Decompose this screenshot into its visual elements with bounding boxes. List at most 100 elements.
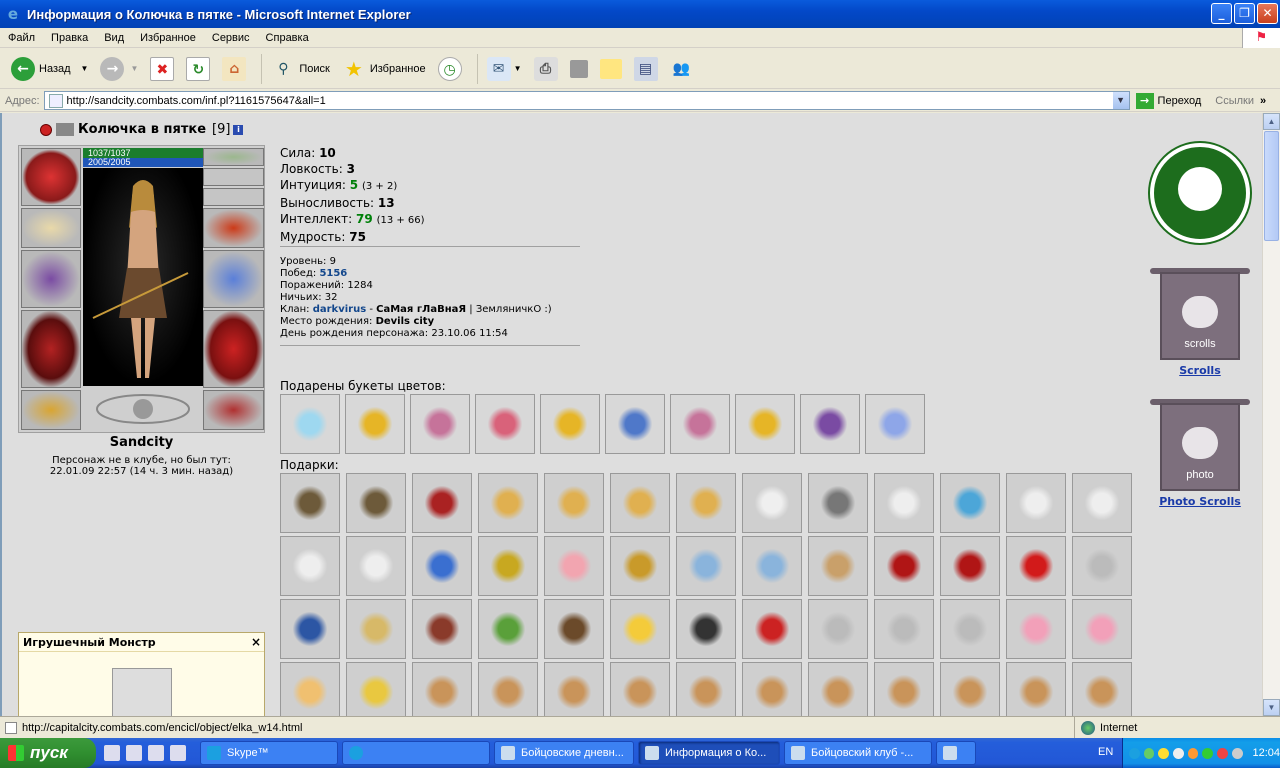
menu-favorites[interactable]: Избранное — [132, 32, 204, 44]
photo-scrolls-link[interactable]: Photo Scrolls — [1150, 495, 1250, 508]
gift-slot[interactable] — [676, 473, 736, 533]
minimize-button[interactable]: _ — [1211, 3, 1232, 24]
tray-icon[interactable] — [1158, 747, 1170, 759]
gift-slot[interactable] — [1006, 473, 1066, 533]
gift-slot[interactable] — [280, 599, 340, 659]
task-info[interactable]: Информация о Ко... — [638, 741, 780, 765]
gift-slot[interactable] — [478, 536, 538, 596]
task-club[interactable]: Бойцовский клуб -... — [784, 741, 932, 765]
flower-slot[interactable] — [410, 394, 470, 454]
close-button[interactable]: ✕ — [1257, 3, 1278, 24]
gift-slot[interactable] — [346, 599, 406, 659]
tray-icon[interactable] — [1173, 747, 1184, 759]
clan-icon[interactable] — [56, 123, 74, 136]
task-skype[interactable]: Skype™ — [200, 741, 338, 765]
flower-slot[interactable] — [280, 394, 340, 454]
scrolls-link[interactable]: Scrolls — [1150, 364, 1250, 377]
menu-edit[interactable]: Правка — [43, 32, 96, 44]
menu-view[interactable]: Вид — [96, 32, 132, 44]
flower-slot[interactable] — [865, 394, 925, 454]
links-button[interactable]: Ссылки — [1215, 95, 1254, 107]
info-icon[interactable]: i — [233, 124, 244, 135]
gift-slot[interactable] — [412, 536, 472, 596]
menu-tools[interactable]: Сервис — [204, 32, 258, 44]
stop-button[interactable]: ✖ — [147, 53, 177, 85]
gift-slot[interactable] — [280, 536, 340, 596]
task-messenger[interactable] — [342, 741, 490, 765]
flower-slot[interactable] — [670, 394, 730, 454]
bracers-slot[interactable] — [21, 208, 81, 248]
gift-slot[interactable] — [676, 536, 736, 596]
volume-icon[interactable] — [1231, 747, 1243, 759]
gift-slot[interactable] — [544, 599, 604, 659]
helmet-slot[interactable] — [21, 148, 81, 206]
go-button[interactable]: → Переход — [1135, 92, 1201, 109]
flower-slot[interactable] — [800, 394, 860, 454]
pants-slot[interactable] — [203, 310, 264, 388]
gift-slot[interactable] — [1072, 473, 1132, 533]
gift-slot[interactable] — [478, 599, 538, 659]
home-button[interactable]: ⌂ — [219, 53, 249, 85]
tray-icon[interactable] — [1187, 747, 1199, 759]
chevron-down-icon[interactable]: ▼ — [1112, 92, 1129, 109]
gloves-slot[interactable] — [203, 208, 264, 248]
earrings-slot[interactable] — [203, 168, 264, 186]
clan-link[interactable]: darkvirus — [313, 304, 366, 315]
menu-file[interactable]: Файл — [0, 32, 43, 44]
alignment-badge[interactable] — [1150, 143, 1250, 243]
refresh-button[interactable]: ↻ — [183, 53, 213, 85]
gift-slot[interactable] — [874, 662, 934, 716]
favorites-button[interactable]: ★ Избранное — [339, 53, 429, 85]
gift-slot[interactable] — [1006, 536, 1066, 596]
flower-slot[interactable] — [735, 394, 795, 454]
gift-slot[interactable] — [808, 473, 868, 533]
shield-slot[interactable] — [203, 250, 264, 308]
gift-slot[interactable] — [874, 536, 934, 596]
armor-slot[interactable] — [21, 310, 81, 388]
gift-slot[interactable] — [940, 536, 1000, 596]
skype-tray-icon[interactable] — [1129, 747, 1140, 759]
scrolls-banner[interactable]: scrolls Scrolls — [1150, 268, 1250, 377]
gift-slot[interactable] — [1006, 662, 1066, 716]
gift-slot[interactable] — [346, 473, 406, 533]
gift-slot[interactable] — [544, 662, 604, 716]
gift-slot[interactable] — [346, 662, 406, 716]
gift-slot[interactable] — [742, 536, 802, 596]
gift-slot[interactable] — [346, 536, 406, 596]
gift-slot[interactable] — [742, 599, 802, 659]
mail-button[interactable]: ✉ ▼ — [484, 53, 525, 85]
gift-slot[interactable] — [412, 473, 472, 533]
gift-slot[interactable] — [610, 599, 670, 659]
rings-slot[interactable] — [203, 188, 264, 206]
gift-slot[interactable] — [808, 536, 868, 596]
gift-slot[interactable] — [808, 662, 868, 716]
scroll-up-icon[interactable]: ▲ — [1263, 113, 1280, 130]
boots-slot[interactable] — [203, 390, 264, 430]
gift-slot[interactable] — [940, 599, 1000, 659]
gift-slot[interactable] — [940, 662, 1000, 716]
history-button[interactable]: ◷ — [435, 53, 465, 85]
flower-slot[interactable] — [605, 394, 665, 454]
flower-slot[interactable] — [475, 394, 535, 454]
gift-slot[interactable] — [940, 473, 1000, 533]
weapon-slot[interactable] — [21, 250, 81, 308]
gift-slot[interactable] — [1006, 599, 1066, 659]
language-indicator[interactable]: EN — [1098, 746, 1113, 758]
edit-button[interactable] — [567, 53, 591, 85]
gift-slot[interactable] — [1072, 662, 1132, 716]
research-button[interactable]: ▤ — [631, 53, 661, 85]
search-button[interactable]: ⚲ Поиск — [268, 53, 332, 85]
chevron-right-icon[interactable]: » — [1260, 95, 1266, 107]
gift-slot[interactable] — [610, 473, 670, 533]
gift-slot[interactable] — [1072, 536, 1132, 596]
gift-slot[interactable] — [280, 473, 340, 533]
forward-button[interactable]: → ▼ — [97, 53, 141, 85]
gift-slot[interactable] — [610, 662, 670, 716]
vertical-scrollbar[interactable]: ▲ ▼ — [1262, 113, 1280, 716]
gift-slot[interactable] — [544, 536, 604, 596]
back-button[interactable]: ← Назад ▼ — [8, 53, 91, 85]
quicklaunch-icon[interactable] — [126, 745, 142, 761]
quicklaunch-icon[interactable] — [170, 745, 186, 761]
print-button[interactable]: ⎙ — [531, 53, 561, 85]
scroll-down-icon[interactable]: ▼ — [1263, 699, 1280, 716]
